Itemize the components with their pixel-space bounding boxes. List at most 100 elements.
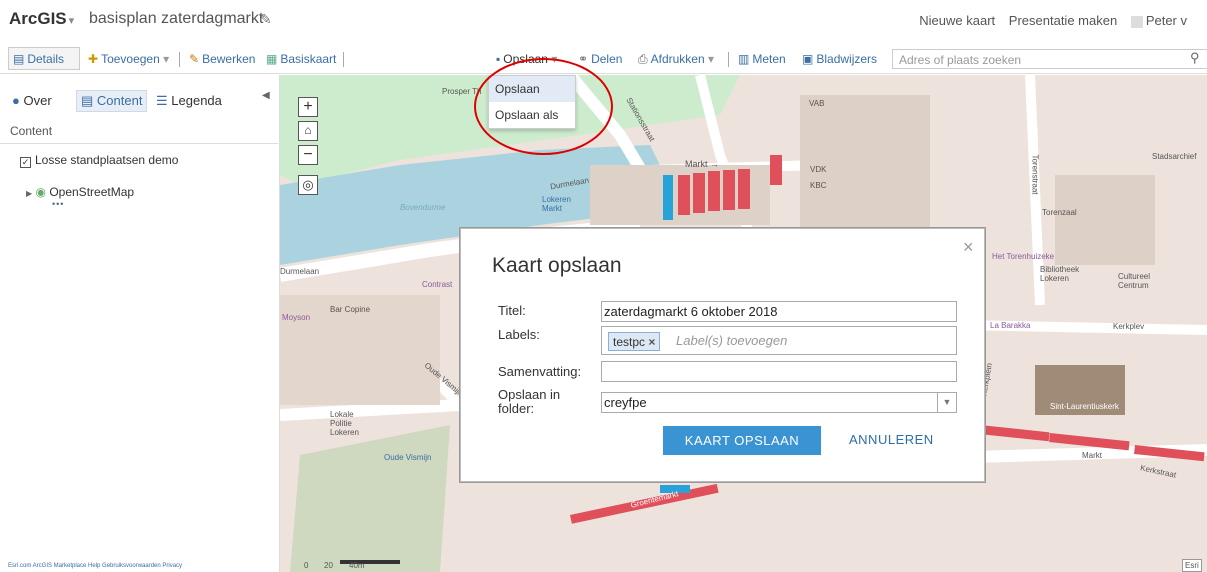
layer-options-icon[interactable]: ••• (52, 199, 64, 209)
toolbar-divider (728, 52, 729, 67)
divider (0, 143, 278, 144)
map-label: Cultureel Centrum (1118, 272, 1151, 290)
home-button[interactable]: ⌂ (298, 121, 318, 141)
save-map-dialog: Kaart opslaan × Titel: zaterdagmarkt 6 o… (460, 228, 985, 482)
layer-item[interactable]: ✓ Losse standplaatsen demo (20, 153, 178, 168)
locate-button[interactable]: ◎ (298, 175, 318, 195)
details-icon: ▤ (13, 52, 25, 66)
zoom-out-button[interactable]: − (298, 145, 318, 165)
info-icon: ● (12, 93, 20, 108)
map-label: Contrast (422, 280, 453, 289)
map-label: Lokeren Markt (542, 195, 571, 213)
title-field[interactable]: zaterdagmarkt 6 oktober 2018 (601, 301, 957, 322)
printer-icon: ⎙ (638, 52, 648, 66)
print-button[interactable]: ⎙ Afdrukken ▾ (638, 52, 714, 67)
map-label: Bibliotheek Lokeren (1040, 265, 1080, 283)
tab-about[interactable]: ● Over (12, 93, 52, 108)
new-map-link[interactable]: Nieuwe kaart (919, 13, 995, 28)
close-icon[interactable]: × (963, 237, 974, 258)
summary-label: Samenvatting: (498, 364, 582, 379)
scale-label: 0 (304, 561, 309, 570)
map-label: VAB (809, 99, 825, 108)
user-menu[interactable]: Peter v (1130, 13, 1197, 28)
footer-links[interactable]: Esri.com ArcGIS Marketplace Help Gebruik… (8, 563, 182, 569)
map-toolbar: ▤ Details ✚ Toevoegen ▾ ✎ Bewerken ▦ Basiska… (0, 44, 1207, 74)
content-sidebar: ● Over ▤ Content ☰ Legenda ◀ Content ✓ Lo… (0, 75, 280, 572)
esri-logo: Esri (1182, 559, 1202, 572)
remove-tag-icon[interactable]: × (648, 335, 655, 349)
checkbox-checked[interactable]: ✓ (20, 157, 31, 168)
toolbar-divider (343, 52, 344, 67)
floppy-disk-icon: ▪ (496, 52, 501, 66)
zoom-in-button[interactable]: + (298, 97, 318, 117)
folder-select[interactable]: creyfpe ▼ (601, 392, 957, 413)
cancel-button[interactable]: ANNULEREN (849, 432, 934, 447)
top-links: Nieuwe kaart Presentatie maken Peter v (919, 13, 1207, 28)
summary-field[interactable] (601, 361, 957, 382)
toolbar-divider (179, 52, 180, 67)
save-map-button[interactable]: KAART OPSLAAN (663, 426, 821, 455)
map-label: Lokale Politie Lokeren (330, 410, 359, 437)
map-label: Durmelaan (280, 267, 320, 276)
labels-field[interactable]: testpc × Label(s) toevoegen (601, 326, 957, 355)
basemap-icon: ▦ (266, 52, 278, 66)
edit-button[interactable]: ✎ Bewerken (189, 52, 255, 66)
app-brand[interactable]: ArcGIS ▾ (9, 9, 74, 29)
add-layer-icon: ✚ (88, 52, 99, 66)
folder-label: Opslaan in folder: (498, 387, 561, 416)
globe-icon: ◉ (35, 185, 46, 199)
top-bar: ArcGIS ▾ basisplan zaterdagmarkt ✎ Nieuwe… (0, 0, 1207, 40)
share-icon: ⚭ (578, 52, 589, 66)
details-button[interactable]: ▤ Details (13, 52, 64, 66)
presentation-link[interactable]: Presentatie maken (1009, 13, 1117, 28)
legend-icon: ☰ (156, 93, 168, 108)
map-label: VDK (810, 165, 827, 174)
chevron-down-icon: ▾ (163, 52, 170, 66)
labels-label: Labels: (498, 327, 540, 342)
map-label: Kerkplev (1113, 322, 1145, 331)
map-label: Sint-Laurentiuskerk (1050, 402, 1119, 411)
map-label: Bovendurme (400, 203, 446, 212)
chevron-down-icon[interactable]: ▾ (69, 15, 75, 27)
dialog-title: Kaart opslaan (492, 254, 622, 277)
pencil-icon: ✎ (189, 52, 200, 66)
map-label: Markt (1082, 451, 1102, 460)
scale-label: 40m (349, 561, 365, 570)
map-label: Moyson (282, 313, 311, 322)
add-button[interactable]: ✚ Toevoegen ▾ (88, 52, 169, 66)
layer-item[interactable]: ▶ ◉ OpenStreetMap (26, 185, 134, 199)
map-label: Oude Vismijn (384, 453, 432, 462)
bookmark-icon: ▣ (802, 52, 814, 66)
square-area (290, 425, 450, 572)
avatar (1130, 15, 1143, 28)
map-label: Stadsarchief (1152, 152, 1197, 161)
content-icon: ▤ (81, 93, 94, 108)
share-button[interactable]: ⚭ Delen (578, 52, 622, 66)
measure-button[interactable]: ▥ Meten (738, 52, 786, 66)
map-label: Torenstraat (1030, 154, 1040, 195)
labels-placeholder: Label(s) toevoegen (676, 333, 788, 348)
expand-arrow-icon[interactable]: ▶ (26, 189, 32, 198)
chevron-down-icon: ▾ (707, 52, 715, 66)
tab-content[interactable]: ▤ Content (76, 90, 148, 112)
content-heading: Content (10, 124, 53, 138)
bookmarks-button[interactable]: ▣ Bladwijzers (802, 52, 877, 66)
highlight-circle (474, 58, 613, 155)
title-label: Titel: (498, 303, 526, 318)
scale-label: 20 (324, 561, 333, 570)
search-icon[interactable]: ⚲ (1190, 50, 1200, 66)
map-label: Markt → (685, 159, 720, 169)
map-label: Torenzaal (1042, 208, 1077, 217)
tag-chip: testpc × (608, 332, 661, 351)
chevron-down-icon[interactable]: ▼ (937, 393, 956, 412)
map-label: Het Torenhuizeke (992, 252, 1055, 261)
tab-legend[interactable]: ☰ Legenda (156, 93, 222, 109)
ruler-icon: ▥ (738, 52, 750, 66)
building-block (1055, 175, 1155, 265)
map-label: Bar Copine (330, 305, 371, 314)
edit-title-icon[interactable]: ✎ (260, 11, 272, 28)
collapse-panel-icon[interactable]: ◀ (262, 90, 270, 101)
map-label: La Barakka (990, 321, 1031, 330)
basemap-button[interactable]: ▦ Basiskaart (266, 52, 336, 66)
search-input[interactable]: Adres of plaats zoeken (892, 49, 1207, 69)
